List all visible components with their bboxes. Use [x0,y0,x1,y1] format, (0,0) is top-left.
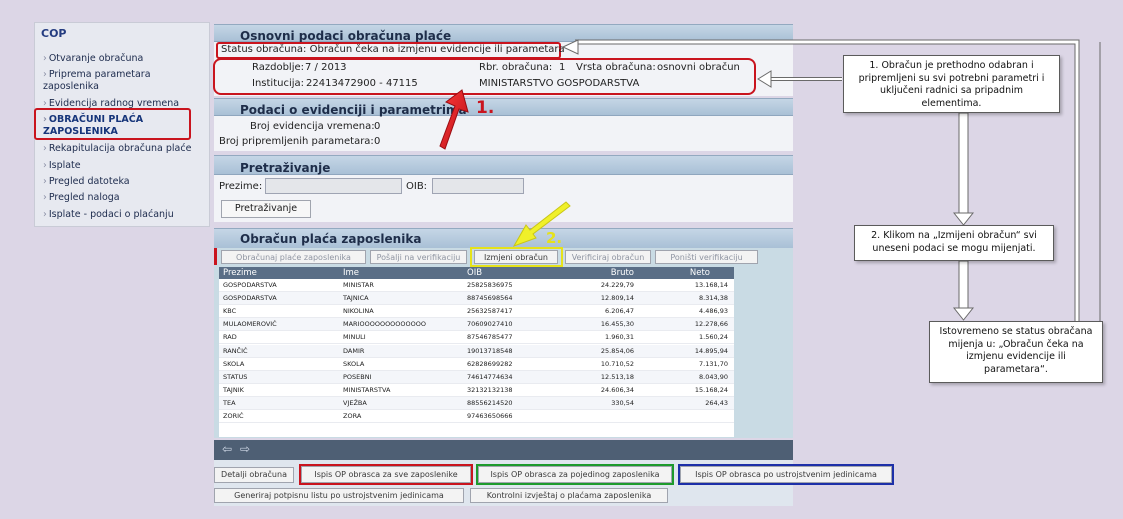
callout-2: 2. Klikom na „Izmijeni obračun“ svi unes… [854,225,1054,261]
marker-1: 1. [476,98,495,118]
callout-1: 1. Obračun je prethodno odabran i pripre… [843,55,1060,113]
callout-3: Istovremeno se status obračana mijenja u… [929,321,1103,383]
red-arrow-1 [439,89,469,150]
marker-2: 2. [546,229,563,247]
